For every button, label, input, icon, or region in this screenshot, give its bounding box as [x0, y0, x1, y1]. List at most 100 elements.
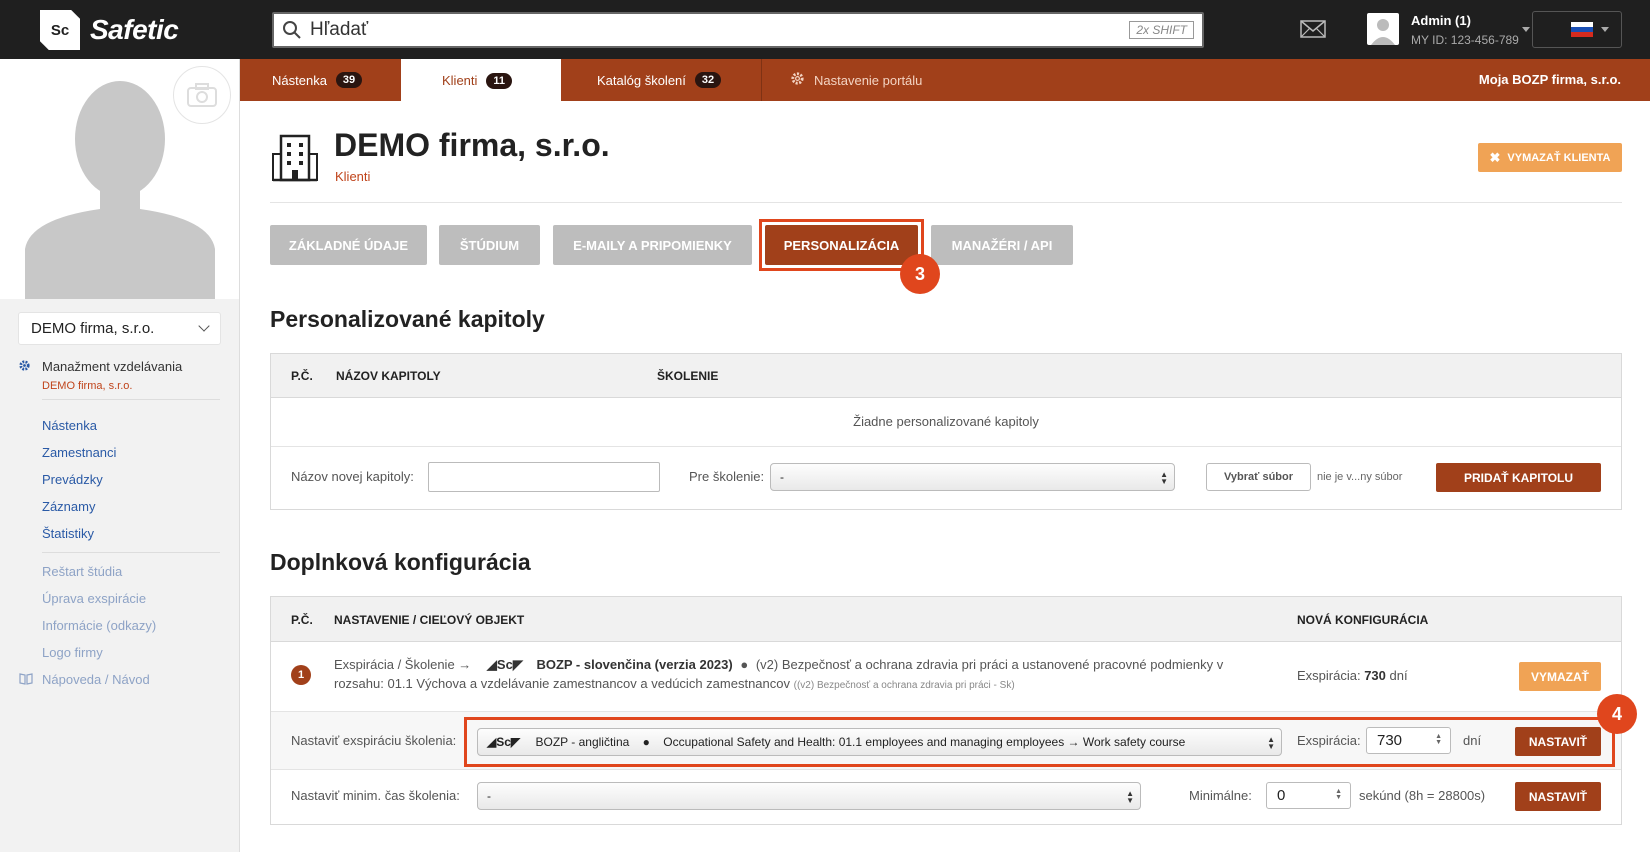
portal-name[interactable]: Moja BOZP firma, s.r.o.	[1479, 72, 1621, 87]
delete-client-button[interactable]: ✖ VYMAZAŤ KLIENTA	[1478, 143, 1622, 172]
gear-icon	[790, 71, 805, 89]
select-arrows-icon: ▲ ▼	[1126, 789, 1134, 805]
col-setting: NASTAVENIE / CIEĽOVÝ OBJEKT	[334, 613, 525, 627]
search-shortcut-hint: 2x SHIFT	[1129, 21, 1194, 39]
table-header: P.Č. NÁZOV KAPITOLY ŠKOLENIE	[271, 354, 1621, 398]
tab-emaily[interactable]: E-MAILY A PRIPOMIENKY	[553, 225, 752, 265]
step-badge: 4	[1597, 694, 1637, 734]
user-id: MY ID: 123-456-789	[1411, 33, 1519, 47]
add-chapter-button[interactable]: PRIDAŤ KAPITOLU	[1436, 463, 1601, 492]
tab-klienti[interactable]: Klienti 11	[401, 59, 561, 102]
min-time-course-select[interactable]: - ▲ ▼	[477, 782, 1141, 810]
sidebar-item-restart-studia[interactable]: Reštart štúdia	[42, 564, 122, 579]
for-training-label: Pre školenie:	[689, 469, 765, 484]
tab-zakladne-udaje[interactable]: ZÁKLADNÉ ÚDAJE	[270, 225, 427, 265]
sidebar-item-statistiky[interactable]: Štatistiky	[42, 526, 94, 541]
col-chapter-name: NÁZOV KAPITOLY	[336, 369, 441, 383]
search-placeholder: Hľadať	[310, 19, 369, 40]
chevron-down-icon	[198, 320, 210, 332]
highlight-box	[464, 717, 1615, 767]
expiry-value: 730	[1364, 668, 1386, 683]
new-chapter-label: Názov novej kapitoly:	[291, 469, 414, 484]
min-seconds-input[interactable]: 0 ▲ ▼	[1266, 782, 1351, 809]
company-select-value: DEMO firma, s.r.o.	[31, 320, 155, 337]
main-tabs: Nástenka 39 Klienti 11 Katalóg školení 3…	[240, 59, 1650, 102]
user-avatar[interactable]	[1367, 13, 1399, 45]
chevron-down-icon[interactable]	[1522, 27, 1530, 32]
chapters-table: P.Č. NÁZOV KAPITOLY ŠKOLENIE Žiadne pers…	[270, 353, 1622, 510]
search-input[interactable]: Hľadať 2x SHIFT	[272, 12, 1204, 48]
delete-config-button[interactable]: VYMAZAŤ	[1519, 662, 1601, 691]
tab-label: Klienti	[442, 73, 478, 88]
safetic-logo[interactable]: Sc Safetic	[40, 10, 179, 50]
close-icon: ✖	[1489, 149, 1501, 165]
col-number: P.Č.	[291, 613, 313, 627]
sidebar-item-zaznamy[interactable]: Záznamy	[42, 499, 95, 514]
sidebar-item-nastenka[interactable]: Nástenka	[42, 418, 97, 433]
bullet: ●	[740, 657, 749, 672]
mail-icon[interactable]	[1300, 20, 1326, 41]
tab-nastenka[interactable]: Nástenka 39	[240, 59, 400, 101]
table-row: 1 Exspirácia / Školenie → ◢Sc◤ BOZP - sl…	[271, 642, 1621, 712]
divider	[270, 202, 1622, 203]
language-selector[interactable]	[1532, 11, 1622, 48]
sidebar-item-zamestnanci[interactable]: Zamestnanci	[42, 445, 116, 460]
empty-message: Žiadne personalizované kapitoly	[853, 414, 1039, 429]
row-description: Exspirácia / Školenie → ◢Sc◤ BOZP - slov…	[334, 655, 1234, 695]
table-header: P.Č. NASTAVENIE / CIEĽOVÝ OBJEKT NOVÁ KO…	[271, 597, 1621, 642]
min-label: Minimálne:	[1189, 788, 1252, 803]
building-icon	[271, 134, 319, 185]
new-chapter-input[interactable]	[428, 462, 660, 492]
section-title-chapters: Personalizované kapitoly	[270, 306, 545, 332]
min-unit: sekúnd (8h = 28800s)	[1359, 788, 1486, 803]
course-name: BOZP - slovenčina (verzia 2023)	[536, 657, 733, 672]
for-training-select[interactable]: - ▲ ▼	[770, 463, 1175, 491]
count-badge: 39	[335, 72, 363, 88]
delete-client-label: VYMAZAŤ KLIENTA	[1507, 151, 1611, 164]
user-name[interactable]: Admin (1)	[1411, 13, 1471, 28]
sidebar-section-company: DEMO firma, s.r.o.	[42, 380, 133, 392]
for-training-value: -	[780, 470, 784, 484]
count-badge: 32	[694, 72, 722, 88]
divider	[42, 399, 220, 400]
company-select[interactable]: DEMO firma, s.r.o.	[18, 312, 221, 345]
tab-studium[interactable]: ŠTÚDIUM	[439, 225, 540, 265]
new-chapter-form: Názov novej kapitoly: Pre školenie: - ▲ ▼…	[271, 447, 1621, 509]
sidebar-item-informacie[interactable]: Informácie (odkazy)	[42, 618, 156, 633]
breadcrumb[interactable]: Klienti	[335, 169, 370, 184]
book-icon	[19, 673, 33, 688]
slovak-flag-icon	[1571, 22, 1593, 37]
page-title: DEMO firma, s.r.o.	[334, 127, 610, 163]
tab-manazeri-api[interactable]: MANAŽÉRI / API	[931, 225, 1073, 265]
sidebar-item-napoveda[interactable]: Nápoveda / Návod	[42, 672, 150, 687]
sidebar-item-prevadzky[interactable]: Prevádzky	[42, 472, 103, 487]
chevron-down-icon	[1601, 27, 1609, 32]
camera-icon[interactable]	[173, 66, 231, 124]
col-new-config: NOVÁ KONFIGURÁCIA	[1297, 613, 1429, 627]
row-number: 1	[291, 665, 311, 685]
expiry-unit: dní	[1389, 668, 1408, 683]
select-arrows-icon: ▲ ▼	[1160, 470, 1168, 486]
col-number: P.Č.	[291, 369, 313, 383]
gear-icon	[18, 359, 31, 375]
sidebar-item-uprava-exspiracie[interactable]: Úprava exspirácie	[42, 591, 146, 606]
min-seconds-value: 0	[1277, 787, 1286, 804]
sidebar-section-title: Manažment vzdelávania	[42, 359, 183, 374]
sidebar: DEMO firma, s.r.o. Manažment vzdelávania…	[0, 59, 240, 852]
choose-file-button[interactable]: Vybrať súbor	[1206, 463, 1311, 491]
stepper-icon[interactable]: ▲ ▼	[1335, 788, 1342, 801]
expiry-label: Exspirácia:	[1297, 668, 1361, 683]
course-logo-text: Sc	[496, 657, 513, 672]
sidebar-item-logo-firmy[interactable]: Logo firmy	[42, 645, 103, 660]
set-min-button[interactable]: NASTAVIŤ	[1515, 782, 1601, 811]
tab-label: Nástenka	[272, 72, 327, 88]
tab-katalog-skoleni[interactable]: Katalóg školení 32	[561, 59, 761, 101]
tab-label: Nastavenie portálu	[814, 72, 923, 88]
config-table: P.Č. NASTAVENIE / CIEĽOVÝ OBJEKT NOVÁ KO…	[270, 596, 1622, 825]
min-select-value: -	[487, 789, 491, 803]
row-expiry: Exspirácia: 730 dní	[1297, 668, 1408, 683]
section-title-config: Doplnková konfigurácia	[270, 549, 531, 575]
count-badge: 11	[486, 72, 513, 89]
step-badge: 3	[900, 254, 940, 294]
tab-nastavenie-portalu[interactable]: Nastavenie portálu	[762, 59, 962, 101]
